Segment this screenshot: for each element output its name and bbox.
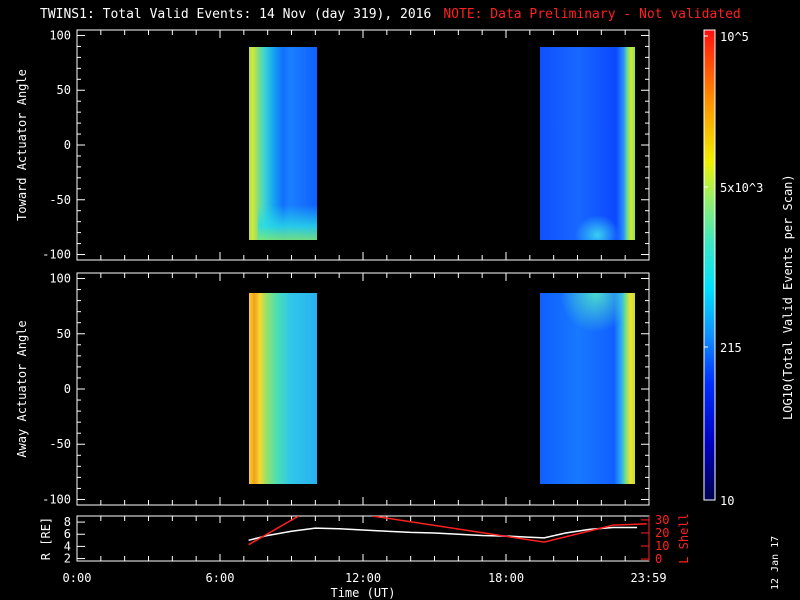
x-tick-label: 6:00 (206, 571, 235, 585)
orbit-y-label: R [RE] (39, 517, 53, 560)
colorbar-tick-label: 10 (720, 494, 734, 508)
y2-tick-label: 10 (655, 539, 669, 553)
y-tick-label: -100 (42, 248, 71, 262)
y-tick-label: 8 (64, 515, 71, 529)
colorbar-label: LOG10(Total Valid Events per Scan) (781, 174, 795, 420)
date-stamp: 12 Jan 17 (770, 535, 781, 590)
series-l-shell (248, 516, 300, 546)
y-tick-label: 50 (57, 327, 71, 341)
x-tick-label: 18:00 (488, 571, 524, 585)
away-y-label: Away Actuator Angle (15, 320, 29, 457)
x-tick-label: 12:00 (345, 571, 381, 585)
orbit-y2-label: L Shell (677, 513, 691, 564)
series-l-shell (372, 516, 647, 543)
y2-tick-label: 20 (655, 526, 669, 540)
y-tick-label: -50 (49, 437, 71, 451)
y-tick-label: 6 (64, 527, 71, 541)
y-tick-label: -50 (49, 193, 71, 207)
colorbar-tick-label: 5x10^3 (720, 181, 763, 195)
toward-y-label: Toward Actuator Angle (15, 69, 29, 221)
x-tick-label: 23:59 (630, 571, 666, 585)
y-tick-label: 0 (64, 138, 71, 152)
y-tick-label: 50 (57, 83, 71, 97)
x-axis-label: Time (UT) (330, 586, 395, 600)
toward-axes-frame (76, 29, 650, 261)
plot-canvas: 100500-50-100Toward Actuator Angle100500… (15, 28, 763, 600)
y-tick-label: 4 (64, 539, 71, 553)
away-axes-frame (76, 272, 650, 506)
y-tick-label: 0 (64, 382, 71, 396)
y-tick-label: 2 (64, 552, 71, 566)
y-tick-label: 100 (49, 28, 71, 42)
colorbar (703, 29, 716, 501)
y2-tick-label: 0 (655, 552, 662, 566)
x-tick-label: 0:00 (63, 571, 92, 585)
colorbar-tick-label: 10^5 (720, 30, 749, 44)
y2-tick-label: 30 (655, 513, 669, 527)
y-tick-label: -100 (42, 492, 71, 506)
colorbar-tick-label: 215 (720, 341, 742, 355)
y-tick-label: 100 (49, 272, 71, 286)
